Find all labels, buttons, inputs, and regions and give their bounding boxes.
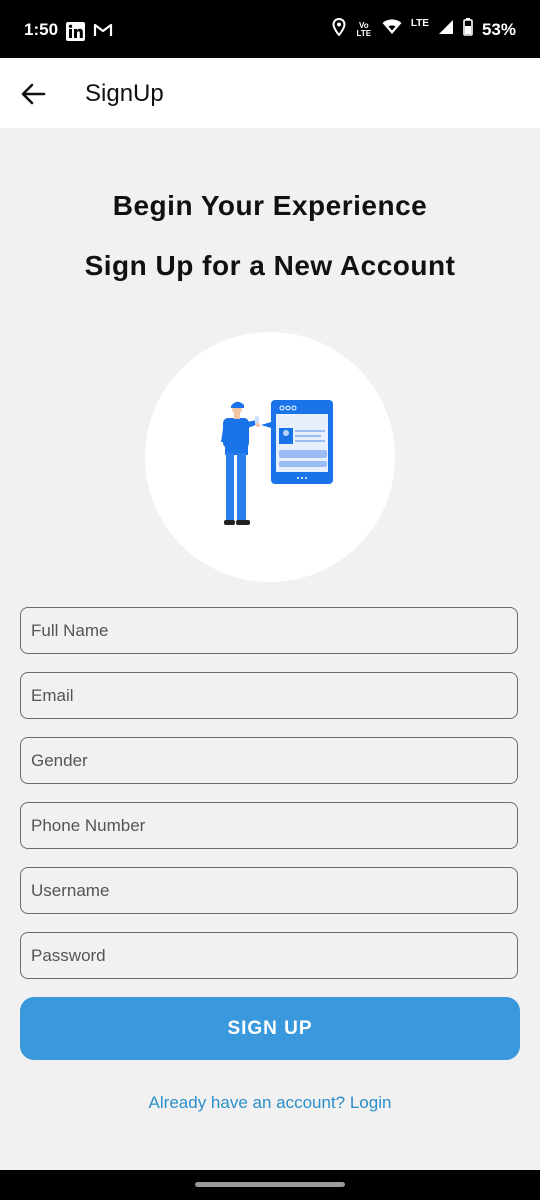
network-type-label: LTE [410,18,429,29]
username-field[interactable] [20,867,518,914]
email-input[interactable] [21,673,517,718]
person-with-phone-illustration [221,400,333,525]
password-input[interactable] [21,933,517,978]
app-bar: SignUp [0,58,540,128]
username-input[interactable] [21,868,517,913]
arrow-left-icon [21,83,46,105]
gmail-icon [93,22,113,46]
heading-begin-experience: Begin Your Experience [112,190,428,221]
system-nav-bar [0,1170,540,1200]
battery-percentage: 53% [481,19,516,39]
page-title: SignUp [85,80,164,107]
phone-number-field[interactable] [20,802,518,849]
linkedin-icon [66,22,85,46]
login-link[interactable]: Already have an account? Login [0,1093,540,1113]
wifi-icon [382,19,402,40]
battery-icon [463,18,473,41]
back-button[interactable] [14,75,52,113]
status-bar: 1:50 Vo LTE LTE 53% [0,0,540,58]
location-pin-icon [332,17,346,41]
home-gesture-handle[interactable] [195,1182,345,1187]
signup-illustration [145,332,395,582]
signal-icon [438,19,454,40]
volte-icon: Vo LTE [356,20,372,38]
full-name-field[interactable] [20,607,518,654]
heading-sign-up: Sign Up for a New Account [84,250,456,281]
email-field[interactable] [20,672,518,719]
password-field[interactable] [20,932,518,979]
sign-up-button[interactable]: SIGN UP [20,997,520,1060]
status-time: 1:50 [24,20,59,39]
gender-input[interactable] [21,738,517,783]
phone-number-input[interactable] [21,803,517,848]
gender-field[interactable] [20,737,518,784]
full-name-input[interactable] [21,608,517,653]
